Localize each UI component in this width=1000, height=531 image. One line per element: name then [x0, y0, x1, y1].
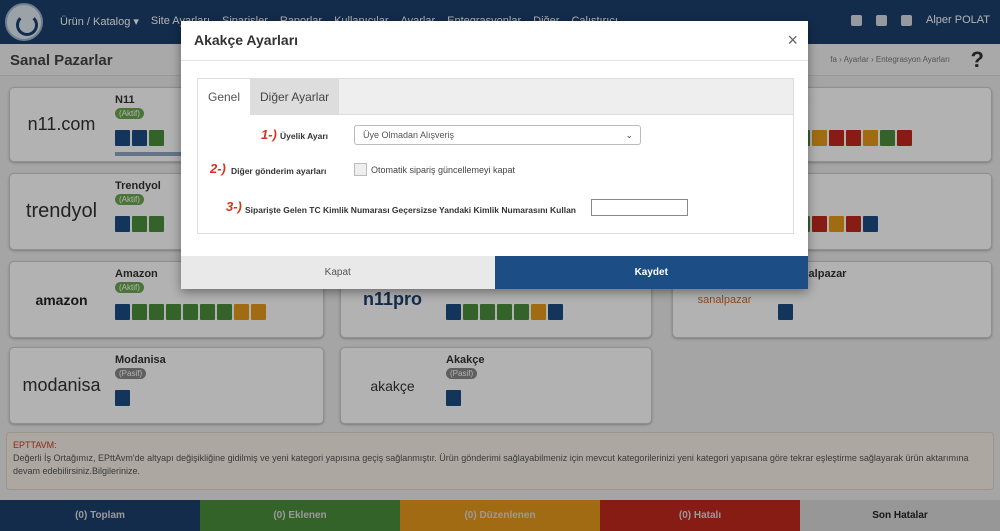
annotation-number-1: 1-) [261, 127, 277, 142]
modal-header: Akakçe Ayarları × [181, 21, 808, 61]
kapat-button[interactable]: Kapat [181, 256, 495, 289]
tab-bar: Genel Diğer Ayarlar [198, 79, 793, 115]
chevron-down-icon: ⌄ [625, 130, 633, 140]
annotation-number-2: 2-) [210, 161, 226, 176]
close-icon[interactable]: × [787, 30, 798, 51]
uyelik-select-value: Üye Olmadan Alışveriş [363, 130, 455, 140]
auto-update-checkbox-label[interactable]: Otomatik sipariş güncellemeyi kapat [371, 165, 515, 175]
uyelik-select[interactable]: Üye Olmadan Alışveriş ⌄ [354, 125, 641, 145]
auto-update-checkbox[interactable] [354, 163, 367, 176]
annotation-number-3: 3-) [226, 199, 242, 214]
tab-diger-ayarlar[interactable]: Diğer Ayarlar [250, 79, 340, 115]
akakce-settings-modal: Akakçe Ayarları × Genel Diğer Ayarlar 1-… [181, 21, 808, 289]
gonderim-label: Diğer gönderim ayarları [231, 166, 327, 176]
uyelik-label: Üyelik Ayarı [280, 131, 329, 141]
tc-number-input[interactable] [591, 199, 688, 216]
kaydet-button[interactable]: Kaydet [494, 256, 808, 289]
modal-footer: Kapat Kaydet [181, 256, 808, 289]
tc-label: Siparişte Gelen TC Kimlik Numarası Geçer… [245, 205, 577, 215]
tab-genel[interactable]: Genel [198, 79, 251, 115]
modal-title: Akakçe Ayarları [194, 32, 299, 48]
